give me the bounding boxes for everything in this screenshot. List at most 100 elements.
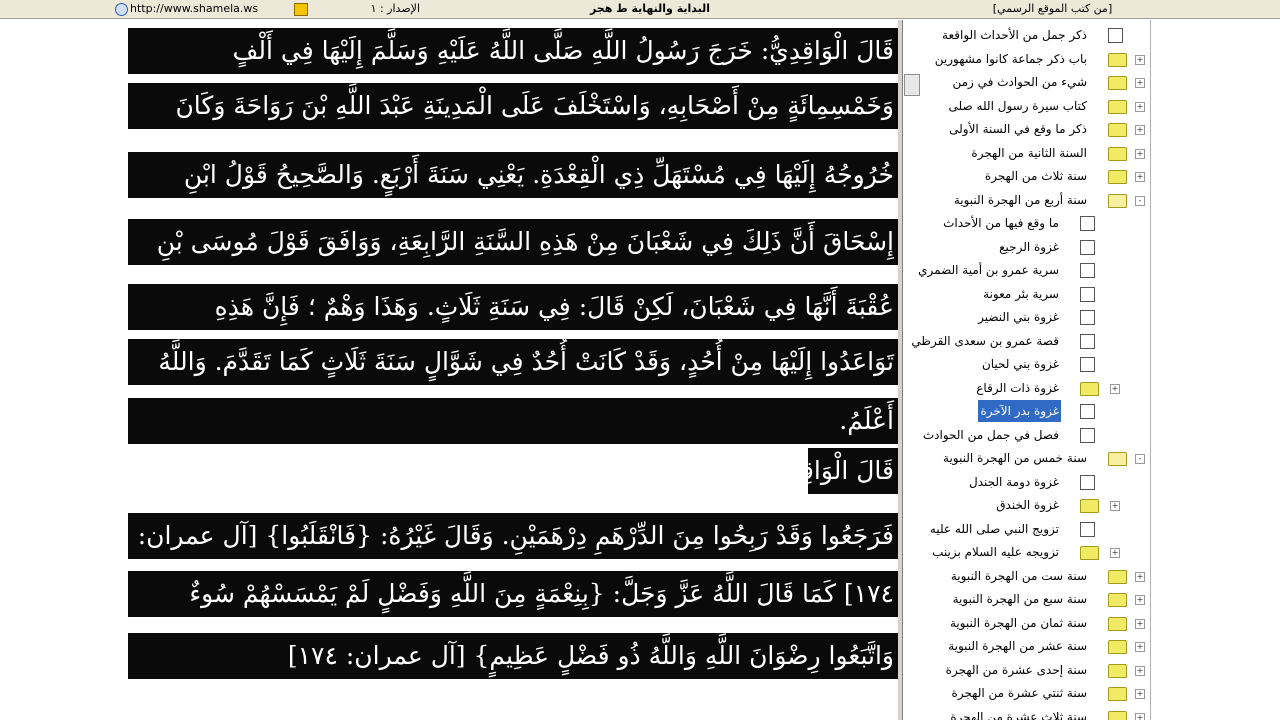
checkbox-icon[interactable]: [1080, 333, 1095, 349]
checkbox-icon[interactable]: [1080, 404, 1095, 419]
tree-item-label: سنة أربع من الهجرة النبوية: [953, 192, 1087, 207]
tree-item-label: سرية بئر معونة: [983, 286, 1059, 301]
tree-item-label: سنة ست من الهجرة النبوية: [950, 568, 1087, 583]
tree-item[interactable]: + سنة ثلاث عشرة من الهجرة: [917, 706, 1145, 720]
expand-icon[interactable]: +: [1135, 54, 1145, 65]
tree-item[interactable]: + سنة عشر من الهجرة النبوية: [917, 635, 1145, 657]
checkbox-icon[interactable]: [1080, 521, 1095, 537]
expand-icon[interactable]: +: [1110, 383, 1120, 394]
tree-item-label: كتاب سيرة رسول الله صلى: [948, 98, 1087, 113]
tree-item[interactable]: تزويج النبي صلى الله عليه: [917, 518, 1095, 540]
website-link[interactable]: http://www.shamela.ws: [130, 0, 258, 18]
tree-item[interactable]: + سنة ثمان من الهجرة النبوية: [917, 612, 1145, 634]
tree-item[interactable]: + سنة إحدى عشرة من الهجرة: [917, 659, 1145, 681]
expand-icon[interactable]: +: [1110, 501, 1120, 511]
reader-left-margin: [0, 20, 128, 720]
checkbox-icon[interactable]: [1080, 216, 1095, 231]
tree-item[interactable]: فصل في جمل من الحوادث: [917, 424, 1095, 446]
tree-item[interactable]: + شيء من الحوادث في زمن: [917, 71, 1145, 93]
tree-item[interactable]: + سنة سبع من الهجرة النبوية: [917, 588, 1145, 610]
tree-item[interactable]: + سنة ست من الهجرة النبوية: [917, 565, 1145, 587]
tree-item-label: غزوة الخندق: [996, 498, 1059, 512]
book-text-panel[interactable]: قَالَ الْوَاقِدِيُّ: خَرَجَ رَسُولُ اللَ…: [128, 20, 898, 720]
tree-item[interactable]: غزوة بني لحيان: [917, 353, 1095, 375]
text-line: إِسْحَاقَ أَنَّ ذَلِكَ فِي شَعْبَانَ مِن…: [128, 219, 898, 265]
lock-icon: [294, 3, 308, 16]
expand-icon[interactable]: +: [1135, 125, 1145, 135]
tree-item[interactable]: + ذكر ما وقع في السنة الأولى: [917, 118, 1145, 140]
tree-item[interactable]: غزوة الرجيع: [917, 236, 1095, 258]
side-panel: [1150, 20, 1280, 720]
tree-item[interactable]: ما وقع فيها من الأحداث: [917, 212, 1095, 234]
checkbox-icon[interactable]: [1080, 474, 1095, 490]
tree-item[interactable]: + باب ذكر جماعة كانوا مشهورين: [917, 48, 1145, 70]
text-line: تَوَاعَدُوا إِلَيْهَا مِنْ أُحُدٍ، وَقَد…: [128, 339, 898, 385]
tree-item[interactable]: + غزوة الخندق: [917, 494, 1120, 516]
expand-icon[interactable]: +: [1135, 78, 1145, 88]
book-title: البداية والنهاية ط هجر: [589, 2, 711, 15]
collapse-icon[interactable]: -: [1135, 454, 1145, 464]
tree-item-label: قصة عمرو بن سعدى القرظي: [911, 333, 1059, 348]
tree-item[interactable]: سرية بئر معونة: [917, 283, 1095, 305]
tree-item-label: غزوة ذات الرقاع: [976, 380, 1059, 395]
tree-scroll-handle[interactable]: [904, 74, 920, 96]
checkbox-icon[interactable]: [1108, 28, 1123, 43]
expand-icon[interactable]: +: [1135, 618, 1145, 629]
tree-item[interactable]: - سنة خمس من الهجرة النبوية: [917, 447, 1145, 469]
tree-item-label: تزويجه عليه السلام بزينب: [932, 545, 1059, 559]
folder-icon: [1108, 687, 1127, 701]
checkbox-icon[interactable]: [1080, 286, 1095, 302]
folder-icon: [1108, 663, 1127, 678]
tree-item[interactable]: + سنة ثنتي عشرة من الهجرة: [917, 682, 1145, 704]
folder-icon: [1108, 52, 1127, 67]
text-line: وَاتَّبَعُوا رِضْوَانَ اللَّهِ وَاللَّهُ…: [128, 633, 898, 679]
tree-item-label: سنة ثمان من الهجرة النبوية: [949, 615, 1087, 630]
tree-item-label: سنة سبع من الهجرة النبوية: [952, 592, 1087, 606]
tree-item-label: غزوة بدر الآخرة: [978, 400, 1061, 422]
tree-item-label: ذكر ما وقع في السنة الأولى: [949, 122, 1087, 136]
tree-item[interactable]: ذكر جمل من الأحداث الواقعة: [917, 24, 1123, 46]
folder-icon: [1080, 381, 1099, 396]
tree-item-label: سنة ثنتي عشرة من الهجرة: [951, 686, 1087, 700]
tree-item[interactable]: + تزويجه عليه السلام بزينب: [917, 541, 1120, 563]
checkbox-icon[interactable]: [1080, 263, 1095, 278]
tree-item[interactable]: + سنة ثلاث من الهجرة: [917, 165, 1145, 187]
folder-icon: [1108, 710, 1127, 720]
tree-item[interactable]: غزوة دومة الجندل: [917, 471, 1095, 493]
tree-item-label: غزوة بني لحيان: [981, 357, 1059, 371]
expand-icon[interactable]: +: [1135, 595, 1145, 605]
tree-item[interactable]: + غزوة ذات الرقاع: [917, 377, 1120, 399]
tree-item[interactable]: + السنة الثانية من الهجرة: [917, 142, 1145, 164]
checkbox-icon[interactable]: [1080, 310, 1095, 325]
tree-item[interactable]: - سنة أربع من الهجرة النبوية: [917, 189, 1145, 211]
top-toolbar: http://www.shamela.ws الإصدار : ١ البداي…: [0, 0, 1280, 19]
expand-icon[interactable]: +: [1110, 548, 1120, 558]
expand-icon[interactable]: +: [1135, 642, 1145, 652]
expand-icon[interactable]: +: [1135, 172, 1145, 182]
expand-icon[interactable]: +: [1135, 101, 1145, 112]
expand-icon[interactable]: +: [1135, 712, 1145, 720]
tree-item[interactable]: قصة عمرو بن سعدى القرظي: [911, 330, 1095, 352]
checkbox-icon[interactable]: [1080, 427, 1095, 443]
checkbox-icon[interactable]: [1080, 239, 1095, 255]
folder-open-icon: [1108, 452, 1127, 466]
tree-item-label: سنة إحدى عشرة من الهجرة: [945, 662, 1087, 677]
tree-item[interactable]: + كتاب سيرة رسول الله صلى: [917, 95, 1145, 117]
tree-item[interactable]: غزوة بني النضير: [917, 306, 1095, 328]
table-of-contents-tree[interactable]: ذكر جمل من الأحداث الواقعة + باب ذكر جماعة…: [902, 20, 1149, 720]
tree-item[interactable]: غزوة بدر الآخرة: [917, 400, 1095, 422]
tree-item[interactable]: سرية عمرو بن أمية الضمري: [917, 259, 1095, 281]
text-line: قَالَ الْوَاقِدِيُّ: فَأَقَامُوا بِبَدْر…: [808, 448, 898, 494]
folder-icon: [1108, 123, 1127, 137]
expand-icon[interactable]: +: [1135, 571, 1145, 582]
folder-icon: [1108, 170, 1127, 184]
tree-item-label: ذكر جمل من الأحداث الواقعة: [942, 28, 1087, 42]
collapse-icon[interactable]: -: [1135, 195, 1145, 206]
expand-icon[interactable]: +: [1135, 148, 1145, 159]
tree-item-label: السنة الثانية من الهجرة: [971, 145, 1087, 160]
expand-icon[interactable]: +: [1135, 689, 1145, 699]
checkbox-icon[interactable]: [1080, 357, 1095, 372]
tree-item-label: سرية عمرو بن أمية الضمري: [918, 263, 1059, 277]
expand-icon[interactable]: +: [1135, 665, 1145, 676]
tree-item-label: سنة ثلاث من الهجرة: [984, 169, 1087, 183]
